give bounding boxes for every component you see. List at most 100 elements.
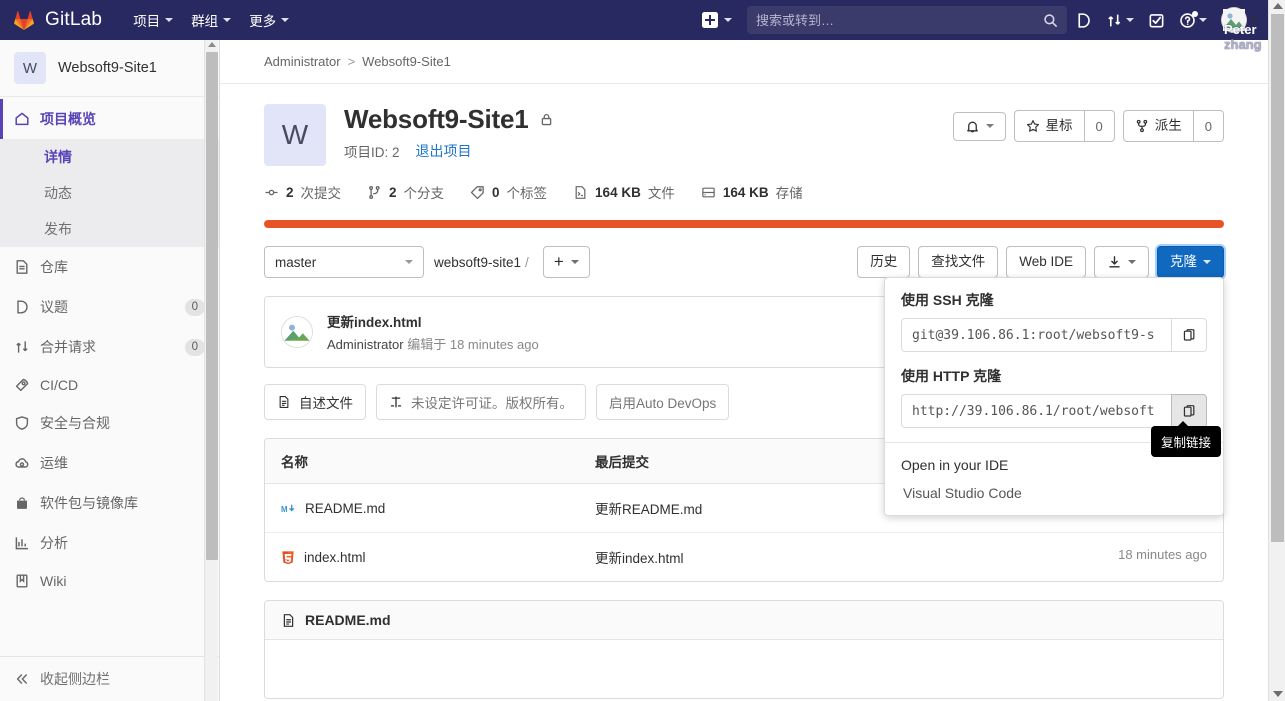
- sidebar-item-wiki[interactable]: Wiki: [0, 563, 219, 599]
- sidebar-item-packages[interactable]: 软件包与镜像库: [0, 483, 219, 523]
- nav-more[interactable]: 更多: [240, 4, 298, 36]
- sidebar-nav: 项目概览 详情 动态 发布 仓库 议题 0: [0, 97, 219, 599]
- copy-clipboard-icon: [1182, 404, 1197, 419]
- leave-project-link[interactable]: 退出项目: [416, 141, 472, 161]
- plus-icon: [702, 12, 718, 28]
- sidebar-scrollbar[interactable]: [204, 40, 218, 701]
- clone-http-input[interactable]: http://39.106.86.1/root/websoft: [901, 394, 1171, 428]
- repo-path-root[interactable]: websoft9-site1: [434, 255, 521, 270]
- sidebar-scrollbar-thumb[interactable]: [206, 52, 218, 560]
- sidebar-project-header[interactable]: W Websoft9-Site1: [0, 40, 219, 97]
- file-time-cell: 18 minutes ago: [1043, 533, 1223, 581]
- stat-storage-value: 164 KB: [723, 185, 769, 200]
- history-button[interactable]: 历史: [857, 246, 910, 278]
- repository-actions: 历史 查找文件 Web IDE 克隆: [857, 246, 1224, 278]
- commit-message[interactable]: 更新index.html: [327, 311, 539, 331]
- sidebar-item-merge-requests[interactable]: 合并请求 0: [0, 327, 219, 367]
- issues-nav-button[interactable]: [1069, 6, 1098, 35]
- find-file-button[interactable]: 查找文件: [918, 246, 998, 278]
- repository-icon: [14, 259, 30, 275]
- stat-commits[interactable]: 2 次提交: [264, 182, 341, 202]
- fork-count: 0: [1193, 110, 1224, 142]
- clone-dropdown-panel: 使用 SSH 克隆 git@39.106.86.1:root/websoft9-…: [884, 277, 1224, 516]
- fork-button[interactable]: 派生: [1123, 110, 1193, 142]
- commit-author-avatar: [281, 316, 313, 348]
- create-new-button[interactable]: [695, 7, 739, 33]
- fork-button-group: 派生 0: [1123, 110, 1224, 142]
- open-in-vscode-item[interactable]: Visual Studio Code: [885, 473, 1223, 515]
- search-input[interactable]: [756, 13, 1039, 28]
- download-button[interactable]: [1094, 246, 1149, 278]
- download-icon: [1107, 255, 1122, 270]
- help-nav-button[interactable]: [1173, 6, 1213, 35]
- global-search[interactable]: [747, 6, 1067, 34]
- sidebar-subitem-releases[interactable]: 发布: [0, 211, 219, 247]
- table-row[interactable]: index.html 更新index.html 18 minutes ago: [265, 533, 1223, 581]
- chevron-down-icon: [165, 18, 173, 22]
- clone-ssh-input[interactable]: git@39.106.86.1:root/websoft9-s: [901, 318, 1171, 352]
- sidebar-item-issues[interactable]: 议题 0: [0, 287, 219, 327]
- shield-icon: [14, 415, 30, 431]
- chevron-down-icon: [1250, 18, 1258, 22]
- commit-author[interactable]: Administrator: [327, 337, 404, 352]
- notifications-button[interactable]: [953, 112, 1006, 141]
- star-button[interactable]: 星标: [1014, 110, 1084, 142]
- stat-branches-value: 2: [389, 185, 397, 200]
- chevron-down-icon: [571, 260, 579, 264]
- language-bar[interactable]: [264, 220, 1224, 228]
- book-icon: [14, 573, 30, 589]
- brand-label: GitLab: [45, 9, 102, 31]
- scroll-down-arrow-icon[interactable]: [1273, 691, 1283, 697]
- web-ide-button[interactable]: Web IDE: [1006, 246, 1086, 278]
- stat-commits-unit: 次提交: [301, 182, 342, 202]
- sidebar-item-cicd[interactable]: CI/CD: [0, 367, 219, 403]
- license-badge-button[interactable]: 未设定许可证。版权所有。: [376, 384, 586, 420]
- nav-groups[interactable]: 群组: [182, 4, 240, 36]
- chevron-down-icon: [281, 18, 289, 22]
- project-meta-row: 项目ID: 2 退出项目: [344, 141, 953, 161]
- branch-selector[interactable]: master: [264, 246, 424, 278]
- sidebar-item-operations[interactable]: 运维: [0, 443, 219, 483]
- stat-storage[interactable]: 164 KB 存储: [701, 182, 803, 202]
- merge-requests-nav-button[interactable]: [1100, 6, 1140, 35]
- readme-badge-button[interactable]: 自述文件: [264, 384, 366, 420]
- fork-label: 派生: [1155, 117, 1182, 135]
- sidebar-item-label: 运维: [40, 453, 205, 473]
- todos-nav-button[interactable]: [1142, 6, 1171, 35]
- stat-files[interactable]: 164 KB 文件: [573, 182, 675, 202]
- stat-tags[interactable]: 0 个标签: [470, 182, 547, 202]
- page-scrollbar[interactable]: [1268, 0, 1285, 701]
- fork-icon: [1135, 119, 1149, 133]
- scroll-up-arrow-icon[interactable]: [208, 42, 216, 47]
- star-count: 0: [1084, 110, 1115, 142]
- sidebar-item-project-overview[interactable]: 项目概览: [0, 99, 219, 139]
- breadcrumb-project[interactable]: Websoft9-Site1: [362, 54, 451, 69]
- file-name-cell: index.html: [265, 533, 595, 581]
- gitlab-logo[interactable]: GitLab: [12, 8, 102, 32]
- add-to-repo-button[interactable]: +: [543, 246, 590, 278]
- sidebar-item-security[interactable]: 安全与合规: [0, 403, 219, 443]
- user-first-name: Peter: [1224, 22, 1257, 37]
- scroll-up-arrow-icon[interactable]: [1273, 3, 1283, 9]
- sidebar-subitem-details[interactable]: 详情: [0, 139, 219, 175]
- file-commit-cell[interactable]: 更新index.html: [595, 533, 1043, 581]
- copy-ssh-url-button[interactable]: [1171, 318, 1207, 352]
- auto-devops-badge-button[interactable]: 启用Auto DevOps: [596, 384, 729, 420]
- clone-button[interactable]: 克隆: [1157, 246, 1224, 278]
- sidebar-item-repository[interactable]: 仓库: [0, 247, 219, 287]
- sidebar-subitem-activity[interactable]: 动态: [0, 175, 219, 211]
- breadcrumb-owner[interactable]: Administrator: [264, 54, 341, 69]
- file-doc-icon: [281, 613, 296, 628]
- collapse-sidebar-button[interactable]: 收起侧边栏: [0, 657, 220, 701]
- user-menu-button[interactable]: Peter zhang: [1217, 5, 1262, 35]
- file-name-link[interactable]: README.md: [305, 501, 385, 516]
- stat-storage-unit: 存储: [776, 182, 803, 202]
- star-label: 星标: [1046, 117, 1073, 135]
- stat-branches[interactable]: 2 个分支: [367, 182, 444, 202]
- nav-projects[interactable]: 项目: [124, 4, 182, 36]
- stat-branches-unit: 个分支: [404, 182, 445, 202]
- chevron-down-icon: [1203, 260, 1211, 264]
- page-scrollbar-thumb[interactable]: [1271, 14, 1284, 542]
- sidebar-item-analytics[interactable]: 分析: [0, 523, 219, 563]
- file-name-link[interactable]: index.html: [304, 550, 366, 565]
